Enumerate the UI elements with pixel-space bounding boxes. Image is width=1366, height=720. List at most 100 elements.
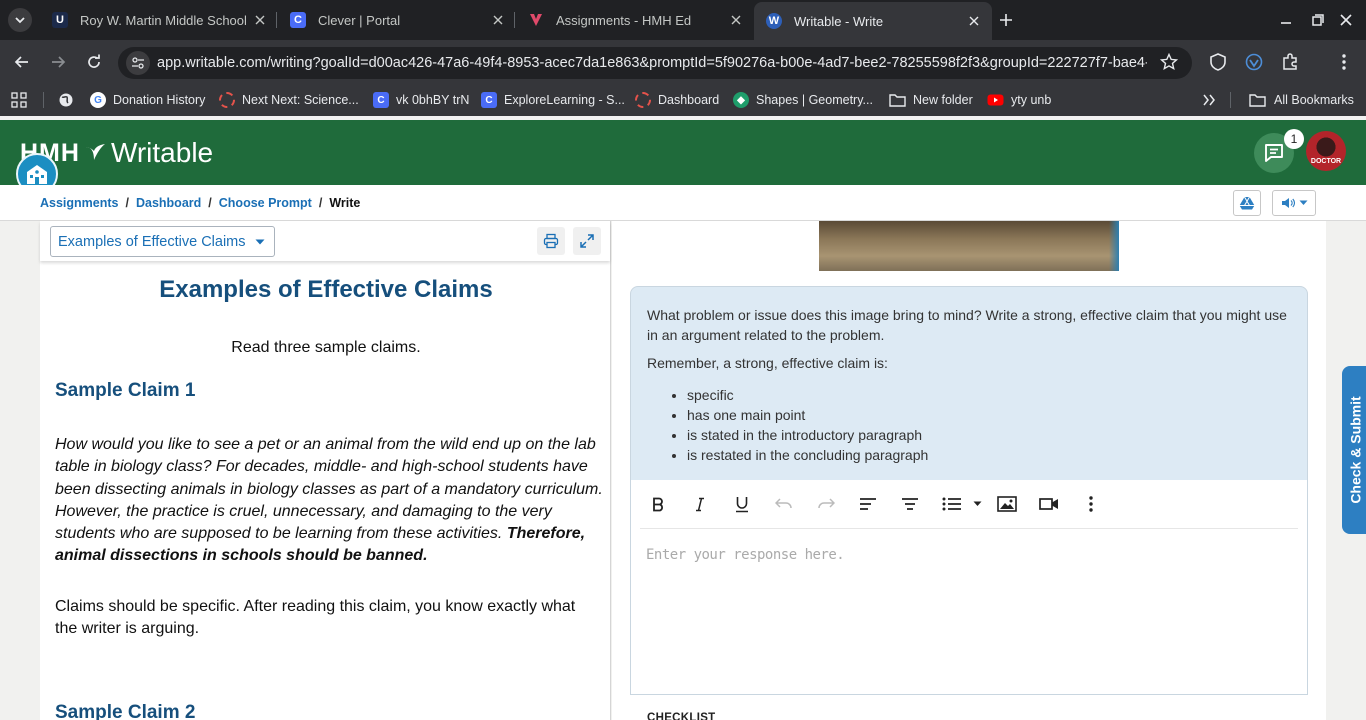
chat-icon [1265,144,1283,162]
bookmark-explorelearning[interactable]: C ExploreLearning - S... [481,90,625,110]
minimize-button[interactable] [1276,10,1296,30]
leaf-logo-icon [85,144,105,160]
school-favicon-icon: U [52,12,68,28]
list-item: specific [687,385,928,405]
tab-title: Roy W. Martin Middle School [80,12,247,28]
breadcrumb-dashboard[interactable]: Dashboard [136,196,201,210]
bold-button[interactable] [642,490,674,518]
align-center-button[interactable] [894,490,926,518]
tab-roy-martin[interactable]: U Roy W. Martin Middle School [40,4,278,36]
hmh-favicon-icon [528,12,544,28]
bookmark-yty-unb[interactable]: yty unb [987,90,1051,110]
folder-icon [889,94,906,107]
breadcrumb-separator: / [208,196,212,210]
list-options-button[interactable] [968,490,986,518]
resource-dropdown[interactable]: Examples of Effective Claims [50,226,275,257]
breadcrumb-choose-prompt[interactable]: Choose Prompt [219,196,312,210]
close-icon[interactable] [252,12,268,28]
undo-button[interactable] [768,490,800,518]
bookmark-new-folder[interactable]: New folder [889,90,973,110]
bulleted-list-icon [942,497,961,511]
bookmark-divider [43,92,44,108]
response-input[interactable]: Enter your response here. [646,547,845,563]
apps-button[interactable] [11,90,27,110]
tab-title: Clever | Portal [318,12,401,28]
extension-blue-button[interactable] [1242,50,1266,74]
expand-button[interactable] [573,227,601,255]
close-icon[interactable] [490,12,506,28]
breadcrumb-assignments[interactable]: Assignments [40,196,119,210]
bookmarks-bar: G Donation History Next Next: Science...… [0,84,1366,116]
close-icon[interactable] [728,12,744,28]
google-drive-button[interactable] [1233,190,1261,216]
kebab-menu-icon [1089,496,1093,512]
bookmark-globe[interactable] [58,90,74,110]
bookmark-vk[interactable]: C vk 0bhBY trN [373,90,469,110]
claim-1-heading: Sample Claim 1 [55,380,196,401]
clever-icon: C [481,92,497,108]
prompt-criteria-list: specific has one main point is stated in… [687,385,928,465]
tab-clever-portal[interactable]: C Clever | Portal [278,4,516,36]
browser-menu-button[interactable] [1332,50,1356,74]
redo-button[interactable] [810,490,842,518]
puzzle-icon [1283,53,1297,70]
breadcrumb-separator: / [125,196,129,210]
all-bookmarks-button[interactable]: All Bookmarks [1249,90,1354,110]
bookmark-star-icon[interactable] [1160,53,1178,71]
double-chevron-icon [1203,94,1215,106]
school-building-icon [27,165,47,184]
shapes-icon: ◆ [733,92,749,108]
reload-button[interactable] [82,50,106,74]
bookmark-label: Dashboard [658,93,720,107]
caret-down-icon [255,239,264,244]
close-window-button[interactable] [1336,10,1356,30]
url-text[interactable]: app.writable.com/writing?goalId=d00ac426… [157,55,1147,71]
align-center-icon [902,498,918,510]
bookmark-shapes-geometry[interactable]: ◆ Shapes | Geometry... [733,90,873,110]
bookmark-label: Next Next: Science... [242,93,359,107]
insert-image-button[interactable] [991,490,1023,518]
site-info-icon[interactable] [126,51,150,75]
claim-1-note: Claims should be specific. After reading… [55,598,576,637]
text-to-speech-button[interactable] [1272,190,1316,216]
bookmark-label: vk 0bhBY trN [396,93,470,107]
checklist-label[interactable]: CHECKLIST [647,712,716,720]
tab-search-button[interactable] [8,8,32,32]
bookmark-dashboard[interactable]: Dashboard [635,90,719,110]
speaker-icon [1281,198,1295,208]
reload-icon [88,54,100,68]
address-bar[interactable]: app.writable.com/writing?goalId=d00ac426… [118,47,1192,79]
tab-writable-write[interactable]: W Writable - Write [754,2,992,40]
check-submit-button[interactable]: Check & Submit [1342,366,1366,534]
breadcrumb: Assignments / Dashboard / Choose Prompt … [40,196,360,210]
more-bookmarks-button[interactable] [1202,90,1216,110]
underline-button[interactable] [726,490,758,518]
back-button[interactable] [10,50,34,74]
new-tab-button[interactable] [996,10,1016,30]
bookmark-donation-history[interactable]: G Donation History [90,90,205,110]
resource-dropdown-label: Examples of Effective Claims [58,233,246,250]
bookmark-next-next-science[interactable]: Next Next: Science... [219,90,359,110]
list-button[interactable] [936,490,968,518]
bookmark-label: ExploreLearning - S... [504,93,625,107]
notification-badge: 1 [1284,129,1304,149]
undo-icon [775,498,792,509]
redo-icon [818,498,835,509]
extensions-button[interactable] [1278,50,1302,74]
user-avatar[interactable]: DOCTOR [1306,131,1346,171]
insert-video-button[interactable] [1033,490,1065,518]
tab-hmh-assignments[interactable]: Assignments - HMH Ed [516,4,754,36]
italic-button[interactable] [684,490,716,518]
forward-button[interactable] [46,50,70,74]
bookmark-label: Donation History [113,93,206,107]
restore-button[interactable] [1308,10,1328,30]
bookmark-label: New folder [913,93,973,107]
extension-shield-button[interactable] [1206,50,1230,74]
list-item: is restated in the concluding paragraph [687,445,928,465]
bookmark-label: yty unb [1011,93,1052,107]
check-submit-label: Check & Submit [1348,396,1365,504]
close-icon[interactable] [966,13,982,29]
print-button[interactable] [537,227,565,255]
more-options-button[interactable] [1075,490,1107,518]
align-left-button[interactable] [852,490,884,518]
